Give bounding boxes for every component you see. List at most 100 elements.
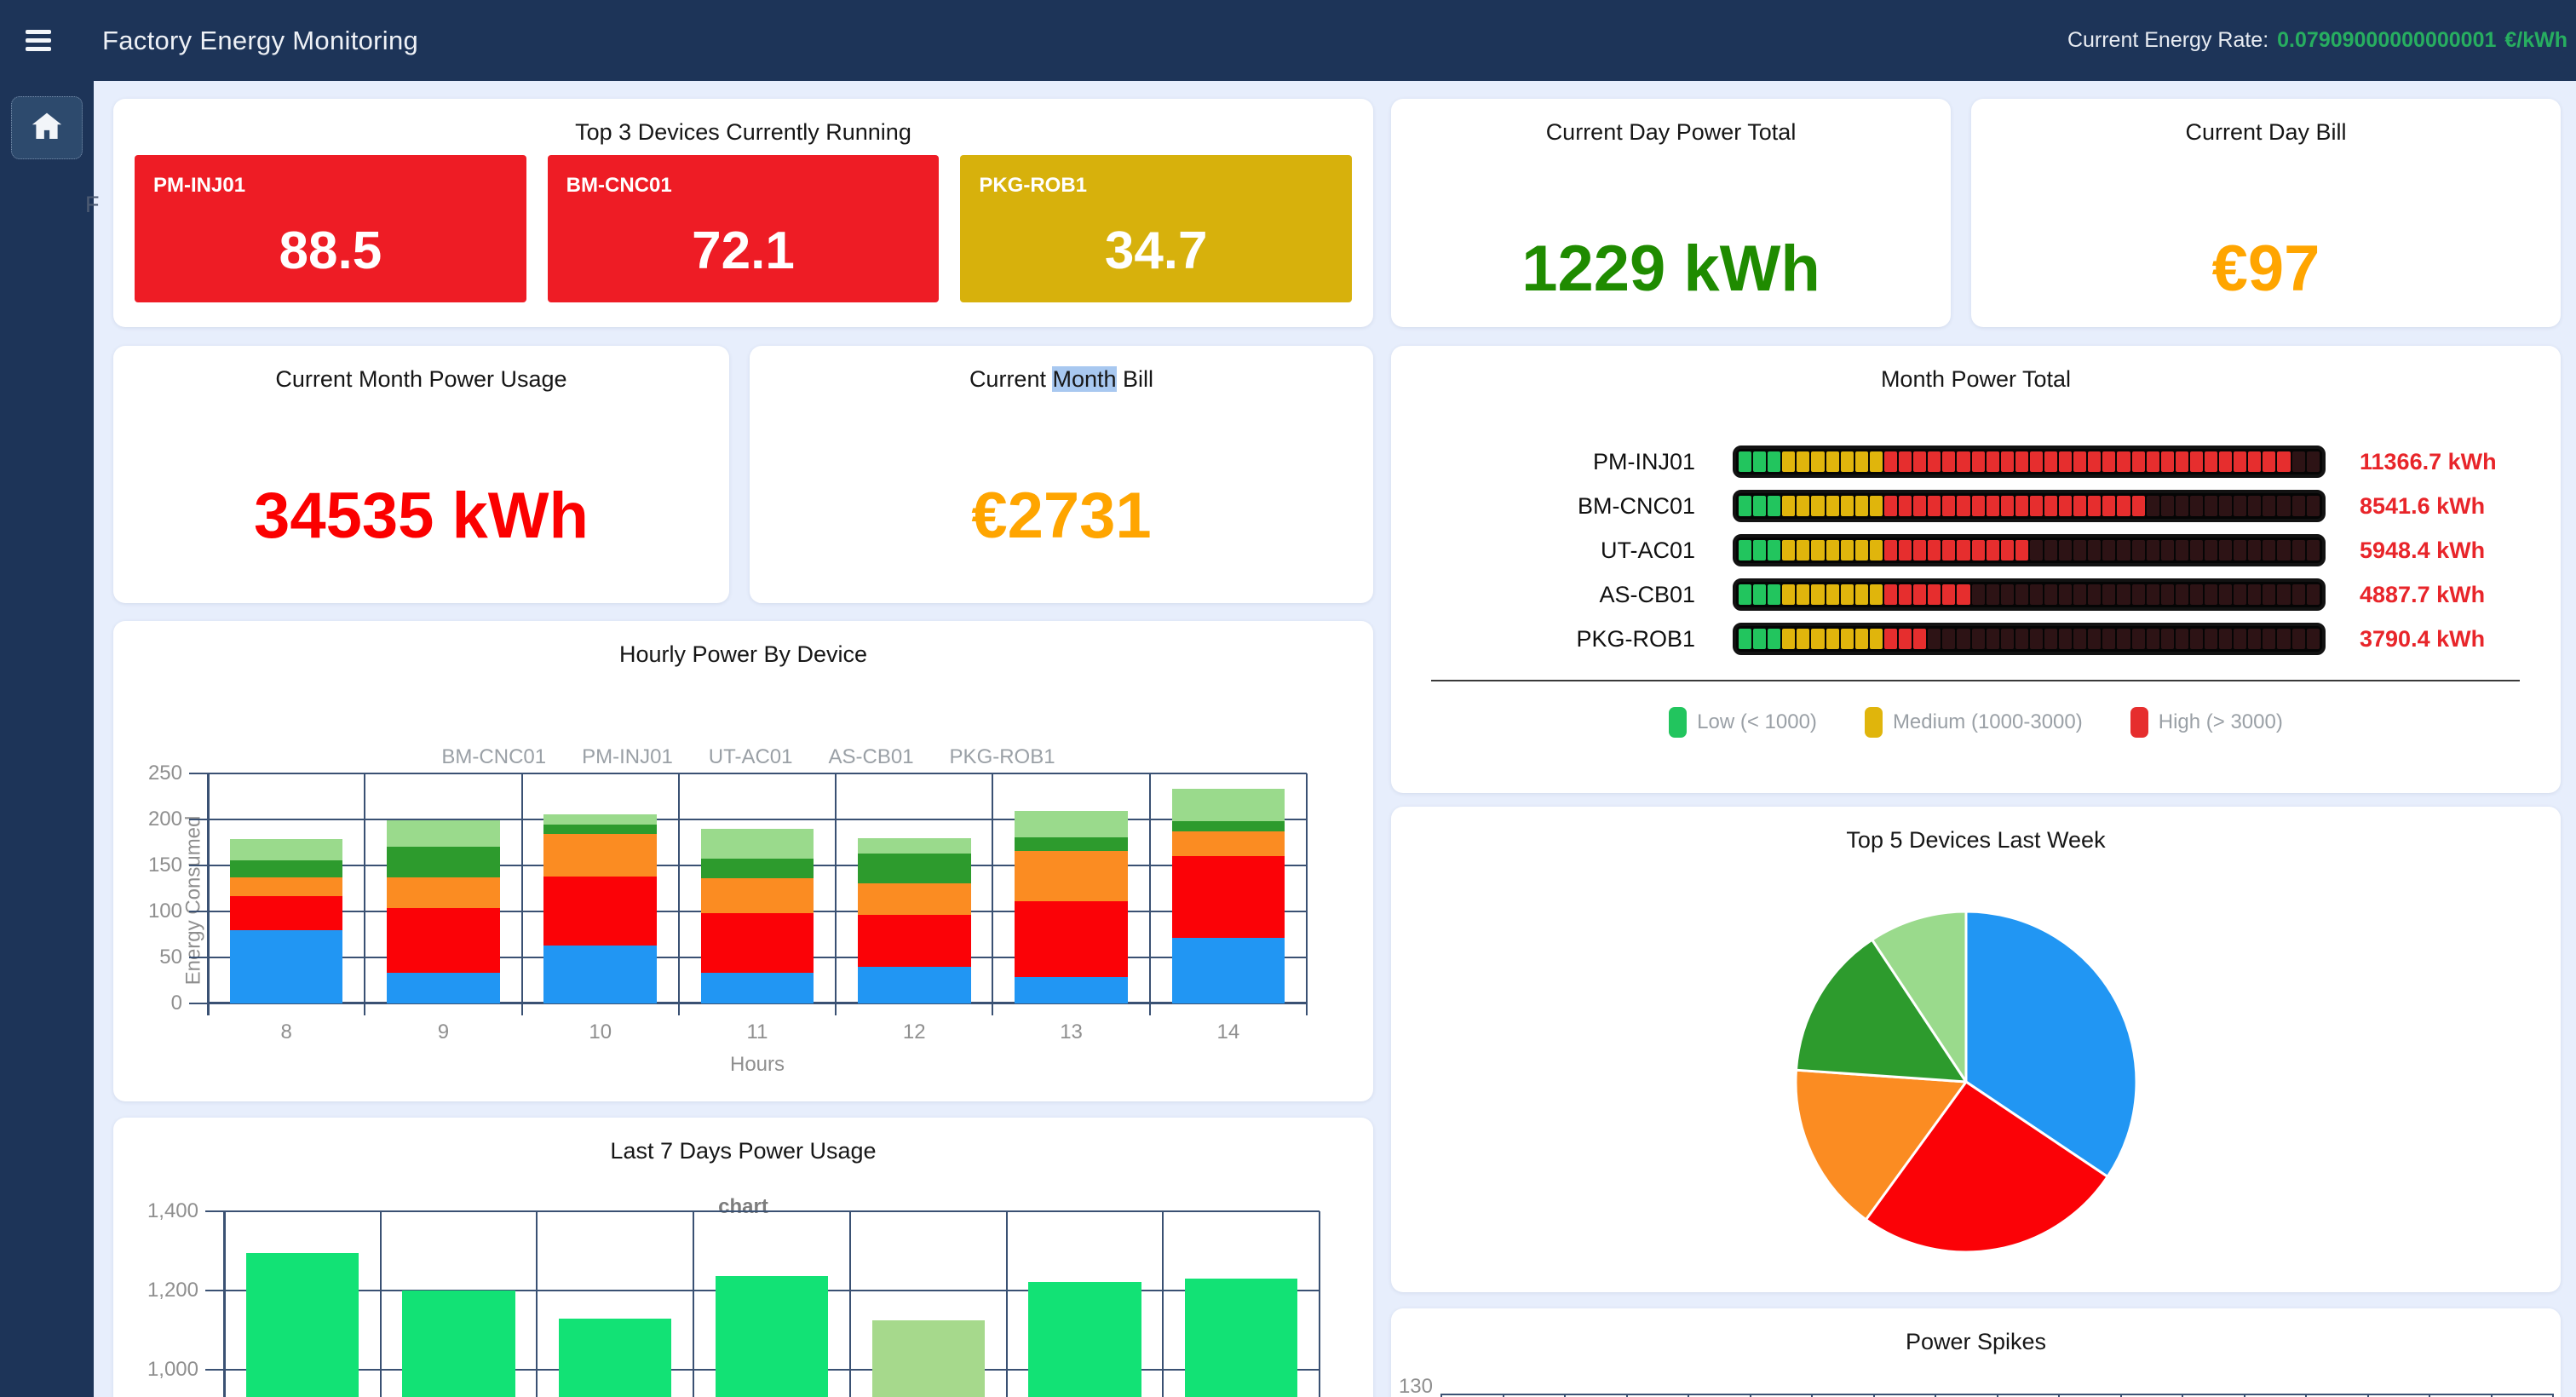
y-axis-line [207, 773, 210, 1015]
gauge-segment [1870, 629, 1883, 649]
gauge-segment [2044, 584, 2057, 605]
gauge-segment [1811, 584, 1824, 605]
gauge-segment [2292, 451, 2305, 472]
gauge-segment [1826, 629, 1839, 649]
gauge-segment [2190, 540, 2203, 561]
gauge-segment [2205, 496, 2217, 516]
x-tick-label: 9 [365, 1020, 521, 1044]
gauge-segment [2234, 584, 2246, 605]
axis-tick [1149, 1003, 1151, 1015]
gauge-legend: Low (< 1000) Medium (1000-3000) High (> 30… [1391, 707, 2561, 738]
axis-tick [521, 1003, 523, 1015]
menu-icon[interactable] [26, 26, 51, 55]
stacked-bar-segment [387, 908, 500, 974]
gauge-segment [1928, 451, 1941, 472]
stacked-bar-segment [387, 820, 500, 847]
legend-label: BM-CNC01 [441, 745, 546, 769]
pie-svg [1787, 903, 2145, 1261]
gauge-segment [2176, 451, 2188, 472]
gauge-device-label: PKG-ROB1 [1391, 626, 1695, 653]
gauge-segment [1797, 496, 1809, 516]
gauge-value: 3790.4 kWh [2360, 626, 2485, 653]
gauge-segment [1797, 584, 1809, 605]
spikes-axis [1441, 1394, 2554, 1397]
gauge-segment [1913, 629, 1926, 649]
gauge-segment [2044, 451, 2057, 472]
y-tick-label: 150 [131, 854, 182, 877]
gauge-segment [1826, 496, 1839, 516]
gauge-segment [2248, 496, 2261, 516]
gauge-segment [2088, 451, 2101, 472]
gridline [992, 773, 993, 1003]
stacked-bar-segment [1015, 977, 1128, 1003]
gauge-segment [2059, 629, 2072, 649]
gauge-segment [1768, 584, 1780, 605]
legend-label: Medium (1000-3000) [1893, 710, 2083, 734]
axis-tick [2491, 1394, 2493, 1397]
gauge-segment [1899, 584, 1912, 605]
gauge-segment [2205, 629, 2217, 649]
stacked-bar-segment [858, 838, 971, 854]
device-tile: PM-INJ0188.5 [135, 155, 526, 302]
gauge-segment [2088, 540, 2101, 561]
gauge-segment [1826, 451, 1839, 472]
axis-tick [189, 865, 208, 866]
card-title: Current Day Power Total [1391, 99, 1951, 146]
card-month-power-usage: Current Month Power Usage 34535 kWh [113, 346, 729, 603]
gauge-device-label: UT-AC01 [1391, 538, 1695, 564]
gauge-segment [2176, 629, 2188, 649]
gauge-segment [2030, 629, 2043, 649]
gauge-segment [1972, 629, 1985, 649]
legend-item: AS-CB01 [819, 745, 914, 769]
gridline [224, 1210, 1320, 1212]
gauge-bar [1733, 490, 2326, 522]
home-icon [29, 108, 65, 148]
stacked-bar-segment [858, 967, 971, 1003]
gauge-segment [2030, 496, 2043, 516]
stacked-bar-segment [387, 973, 500, 1003]
gauge-segment [1884, 540, 1897, 561]
gauge-segment [1753, 496, 1766, 516]
gauge-segment [1855, 540, 1868, 561]
gauge-segment [2263, 540, 2275, 561]
x-tick-label: 12 [836, 1020, 992, 1044]
gauge-value: 11366.7 kWh [2360, 449, 2497, 475]
legend-item: BM-CNC01 [431, 745, 546, 769]
gauge-segment [2205, 584, 2217, 605]
top5-pie-chart [1787, 903, 2145, 1261]
gauge-segment [1987, 496, 1999, 516]
legend-label: PKG-ROB1 [950, 745, 1055, 769]
gauge-segment [2292, 629, 2305, 649]
gauge-segment [2205, 451, 2217, 472]
rate-label: Current Energy Rate: [2067, 28, 2268, 53]
gauge-device-label: AS-CB01 [1391, 582, 1695, 608]
y-tick-label: 1,200 [135, 1279, 198, 1302]
gauge-segment [1942, 451, 1955, 472]
gauge-segment [2132, 496, 2145, 516]
gauge-segment [1782, 584, 1795, 605]
legend-item: PKG-ROB1 [940, 745, 1055, 769]
legend-label: High (> 3000) [2159, 710, 2283, 734]
gauge-segment [1739, 451, 1751, 472]
axis-tick [835, 1003, 837, 1015]
gauge-segment [2117, 496, 2130, 516]
stacked-bar-segment [701, 913, 814, 973]
axis-tick [1306, 1003, 1308, 1015]
stacked-bar-segment [230, 860, 343, 878]
legend-label: Low (< 1000) [1697, 710, 1817, 734]
device-tile-value: 72.1 [548, 199, 940, 302]
gauge-segment [2219, 584, 2232, 605]
card-title: Current Month Power Usage [113, 346, 729, 393]
left-sidebar: F [0, 81, 94, 1397]
sidebar-item-home[interactable] [11, 96, 83, 159]
gauge-segment [2073, 584, 2086, 605]
gauge-segment [2147, 540, 2159, 561]
gauge-segment [2219, 540, 2232, 561]
gauge-segment [2117, 540, 2130, 561]
gauge-segment [1753, 540, 1766, 561]
legend-label: PM-INJ01 [582, 745, 673, 769]
gridline [849, 1211, 851, 1397]
gauge-segment [1942, 584, 1955, 605]
selected-text: Month [1052, 366, 1116, 392]
gauge-segment [2059, 451, 2072, 472]
